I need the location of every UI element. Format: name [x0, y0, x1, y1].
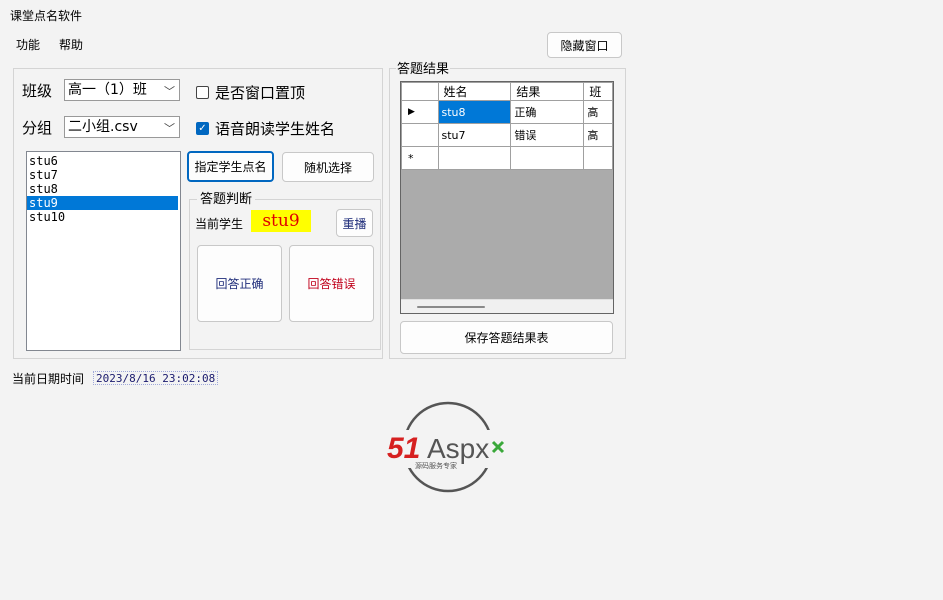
menu-help[interactable]: 帮助 — [59, 36, 83, 53]
chevron-down-icon: ﹀ — [164, 122, 175, 135]
random-select-button[interactable]: 随机选择 — [282, 152, 374, 182]
class-select[interactable]: 高一（1）班 ﹀ — [64, 79, 180, 101]
table-row[interactable]: ▶ stu8 正确 高 — [401, 100, 613, 124]
topmost-checkbox[interactable] — [196, 86, 209, 99]
results-grid[interactable]: 姓名 结果 班 ▶ stu8 正确 高 stu7 错误 高 * — [400, 81, 614, 314]
voice-label: 语音朗读学生姓名 — [215, 120, 336, 138]
group-label: 分组 — [22, 119, 53, 137]
logo-aspx-text: Aspx — [427, 433, 489, 464]
column-header-name[interactable]: 姓名 — [437, 82, 512, 101]
logo-watermark: 51 Aspx 源码服务专家 — [385, 401, 515, 493]
list-item-selected[interactable]: stu9 — [27, 196, 178, 210]
column-header-class[interactable]: 班 — [583, 82, 613, 101]
cell-name[interactable]: stu7 — [437, 123, 512, 147]
logo-tagline: 源码服务专家 — [415, 461, 457, 470]
horizontal-scrollbar[interactable] — [401, 299, 613, 313]
list-item[interactable]: stu10 — [27, 210, 178, 224]
current-student-value: stu9 — [251, 210, 311, 232]
judge-group-title: 答题判断 — [197, 188, 256, 207]
grid-corner — [401, 82, 439, 101]
cell-name[interactable] — [437, 146, 512, 170]
current-student-label: 当前学生 — [195, 217, 244, 231]
hide-window-button[interactable]: 隐藏窗口 — [547, 32, 622, 58]
menu-bar: 功能 帮助 — [0, 32, 943, 56]
voice-checkbox[interactable]: ✓ — [196, 122, 209, 135]
left-panel: 班级 高一（1）班 ﹀ 分组 二小组.csv ﹀ 是否窗口置顶 ✓ 语音朗读学生… — [13, 68, 383, 359]
new-row[interactable]: * — [401, 146, 613, 170]
topmost-label: 是否窗口置顶 — [215, 84, 306, 102]
new-row-marker: * — [401, 146, 439, 170]
list-item[interactable]: stu8 — [27, 182, 178, 196]
replay-button[interactable]: 重播 — [336, 209, 373, 237]
results-group-title: 答题结果 — [396, 58, 451, 77]
save-results-button[interactable]: 保存答题结果表 — [400, 321, 613, 354]
list-item[interactable]: stu7 — [27, 168, 178, 182]
cell-result[interactable]: 正确 — [510, 100, 585, 124]
column-header-result[interactable]: 结果 — [510, 82, 585, 101]
cell-result[interactable]: 错误 — [510, 123, 585, 147]
scrollbar-thumb[interactable] — [417, 306, 485, 308]
logo-51-text: 51 — [387, 432, 420, 465]
topmost-checkbox-row[interactable]: 是否窗口置顶 — [196, 82, 305, 103]
group-select-value: 二小组.csv — [68, 119, 138, 135]
cell-class[interactable]: 高 — [583, 100, 613, 124]
title-bar: 课堂点名软件 — [0, 0, 943, 30]
list-item[interactable]: stu6 — [27, 154, 178, 168]
voice-checkbox-row[interactable]: ✓ 语音朗读学生姓名 — [196, 118, 335, 139]
date-label: 当前日期时间 — [12, 372, 85, 386]
window-title: 课堂点名软件 — [10, 9, 83, 23]
cell-class[interactable]: 高 — [583, 123, 613, 147]
current-row-indicator-icon: ▶ — [401, 100, 439, 124]
right-panel: 姓名 结果 班 ▶ stu8 正确 高 stu7 错误 高 * 保存答题结果表 — [389, 68, 626, 359]
cell-result[interactable] — [510, 146, 585, 170]
cell-name[interactable]: stu8 — [437, 100, 512, 124]
chevron-down-icon: ﹀ — [164, 85, 175, 98]
answer-wrong-button[interactable]: 回答错误 — [289, 245, 374, 322]
class-select-value: 高一（1）班 — [68, 82, 147, 98]
cell-class[interactable] — [583, 146, 613, 170]
table-row[interactable]: stu7 错误 高 — [401, 123, 613, 147]
assign-student-button[interactable]: 指定学生点名 — [187, 151, 274, 182]
answer-correct-button[interactable]: 回答正确 — [197, 245, 282, 322]
class-label: 班级 — [22, 82, 53, 100]
grid-header-row: 姓名 结果 班 — [401, 82, 613, 101]
student-list[interactable]: stu6 stu7 stu8 stu9 stu10 — [26, 151, 181, 351]
date-value: 2023/8/16 23:02:08 — [93, 371, 219, 385]
group-select[interactable]: 二小组.csv ﹀ — [64, 116, 180, 138]
menu-function[interactable]: 功能 — [16, 36, 40, 53]
row-header — [401, 123, 439, 147]
